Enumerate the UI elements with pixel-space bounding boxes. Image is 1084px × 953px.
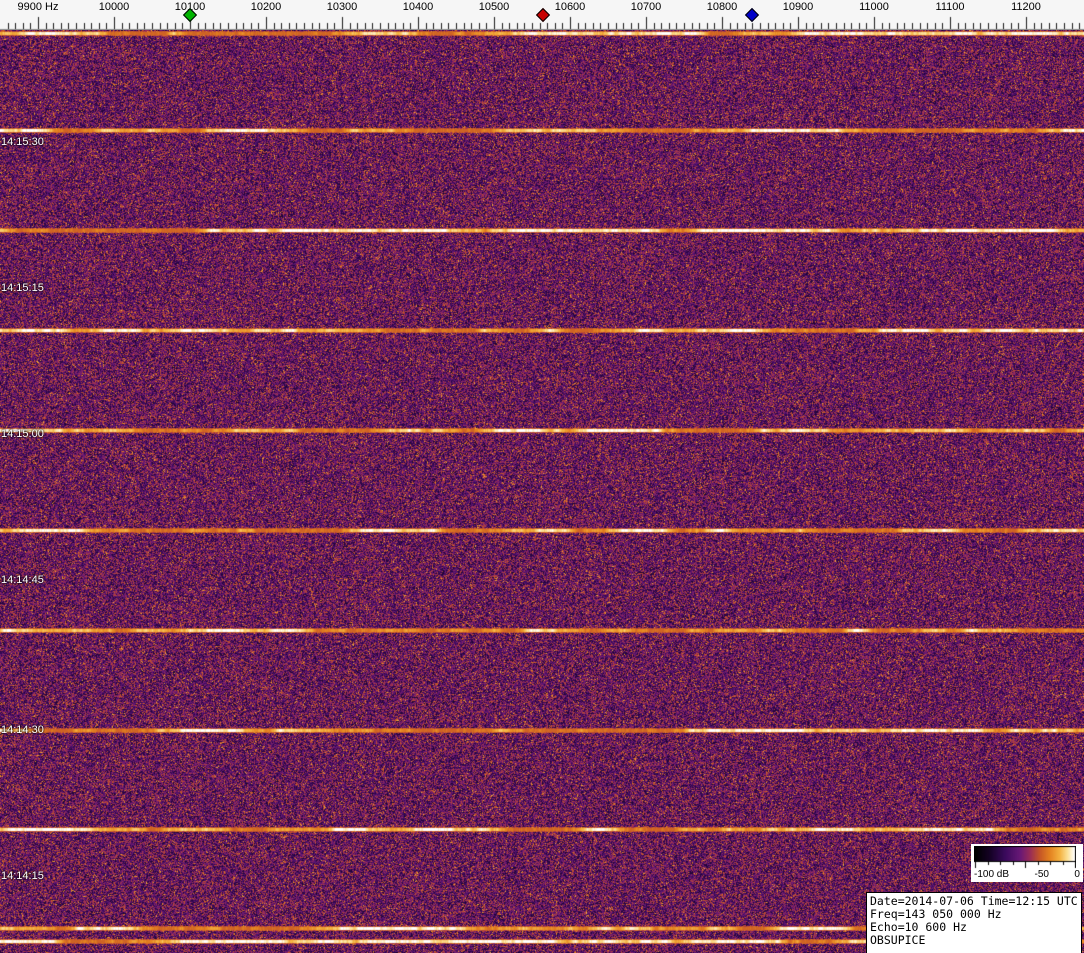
info-box: Date=2014-07-06 Time=12:15 UTC Freq=143 … <box>866 892 1082 953</box>
waterfall-area: 14:15:30 14:15:15 14:15:00 14:14:45 14:14:30… <box>0 30 1084 953</box>
frequency-ruler[interactable]: 9900 Hz100001010010200103001040010500106… <box>0 0 1084 30</box>
time-tick-label: 14:14:30 <box>1 724 44 736</box>
freq-tick-label: 10900 <box>782 1 814 13</box>
freq-tick-label: 10600 <box>554 1 586 13</box>
time-tick-label: 14:15:15 <box>1 282 44 294</box>
colorbar-labels: -100 dB -50 0 <box>974 869 1080 880</box>
info-station: OBSUPICE <box>870 933 926 947</box>
colorbar-label-max: 0 <box>1074 869 1080 880</box>
colorbar-label-min: -100 dB <box>974 869 1010 880</box>
colorbar-gradient <box>974 846 1076 869</box>
time-tick-label: 14:14:45 <box>1 574 44 586</box>
freq-tick-label: 10300 <box>326 1 358 13</box>
freq-tick-label: 11000 <box>859 1 889 13</box>
freq-tick-label: 10000 <box>98 1 130 13</box>
colorbar-panel: -100 dB -50 0 <box>971 844 1083 882</box>
freq-tick-label: 11200 <box>1011 1 1041 13</box>
freq-tick-label: 9900 Hz <box>17 1 59 13</box>
time-tick-label: 14:15:30 <box>1 136 44 148</box>
freq-tick-label: 10800 <box>706 1 738 13</box>
freq-tick-label: 10500 <box>478 1 510 13</box>
spectrogram-display[interactable] <box>0 30 1084 953</box>
freq-tick-label: 11100 <box>935 1 965 13</box>
spectrogram-window: 9900 Hz100001010010200103001040010500106… <box>0 0 1084 953</box>
time-tick-label: 14:14:15 <box>1 870 44 882</box>
freq-tick-label: 10700 <box>630 1 662 13</box>
colorbar-label-mid: -50 <box>1034 869 1049 880</box>
freq-tick-label: 10400 <box>402 1 434 13</box>
time-tick-label: 14:15:00 <box>1 428 44 440</box>
freq-tick-label: 10200 <box>250 1 282 13</box>
